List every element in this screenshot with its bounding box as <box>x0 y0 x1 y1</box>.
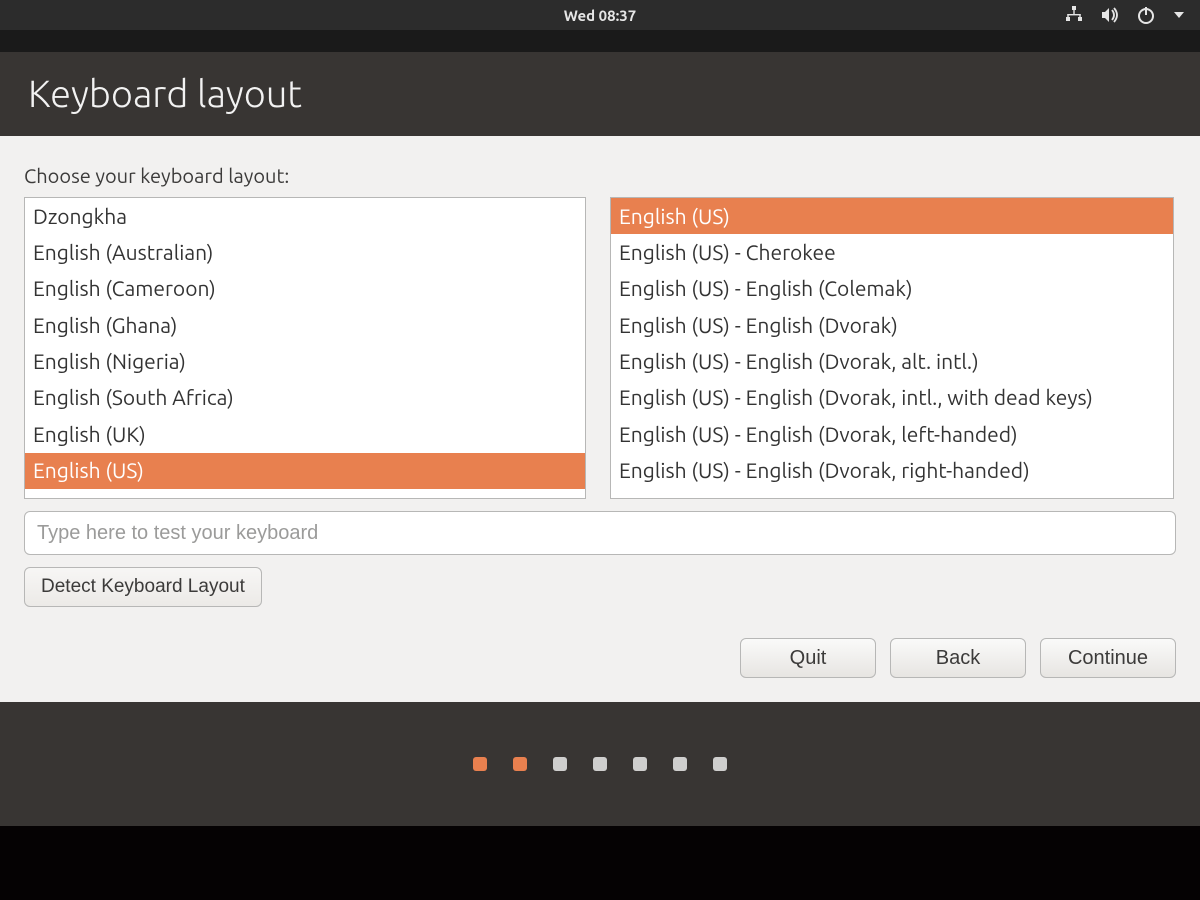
window-top-strip <box>0 30 1200 52</box>
layout-language-item[interactable]: Dzongkha <box>25 198 585 234</box>
progress-pager <box>0 702 1200 826</box>
layout-language-item[interactable]: English (Ghana) <box>25 307 585 343</box>
pager-dot[interactable] <box>473 757 487 771</box>
pager-dot[interactable] <box>633 757 647 771</box>
chevron-down-icon[interactable] <box>1172 8 1186 22</box>
clock: Wed 08:37 <box>564 7 636 24</box>
wizard-nav-row: Quit Back Continue <box>24 638 1176 682</box>
keyboard-test-input[interactable] <box>24 511 1176 555</box>
layout-language-listbox[interactable]: DzongkhaEnglish (Australian)English (Cam… <box>24 197 586 499</box>
detect-keyboard-button[interactable]: Detect Keyboard Layout <box>24 567 262 607</box>
layout-variant-item[interactable]: English (US) - English (Dvorak, left-han… <box>611 416 1173 452</box>
layout-variant-item[interactable]: English (US) - English (Dvorak, alt. int… <box>611 344 1173 380</box>
layout-language-item[interactable]: English (Cameroon) <box>25 271 585 307</box>
layout-variant-item[interactable]: English (US) - English (Dvorak, right-ha… <box>611 453 1173 489</box>
pager-dot[interactable] <box>673 757 687 771</box>
pager-dot[interactable] <box>513 757 527 771</box>
layout-language-item[interactable]: Esperanto <box>25 489 585 499</box>
page-title-band: Keyboard layout <box>0 52 1200 136</box>
layout-variant-item[interactable]: English (US) - English (Macintosh) <box>611 489 1173 499</box>
power-icon[interactable] <box>1136 5 1156 25</box>
layout-language-item[interactable]: English (Australian) <box>25 234 585 270</box>
page-title: Keyboard layout <box>28 73 302 115</box>
bottom-gap <box>0 826 1200 900</box>
layout-variant-item[interactable]: English (US) - English (Dvorak) <box>611 307 1173 343</box>
layout-lists-row: DzongkhaEnglish (Australian)English (Cam… <box>24 197 1176 499</box>
back-button[interactable]: Back <box>890 638 1026 678</box>
quit-button[interactable]: Quit <box>740 638 876 678</box>
pager-dot[interactable] <box>553 757 567 771</box>
layout-language-item[interactable]: English (US) <box>25 453 585 489</box>
layout-variant-item[interactable]: English (US) - Cherokee <box>611 234 1173 270</box>
layout-language-item[interactable]: English (South Africa) <box>25 380 585 416</box>
layout-language-item[interactable]: English (Nigeria) <box>25 344 585 380</box>
layout-variant-item[interactable]: English (US) <box>611 198 1173 234</box>
layout-variant-listbox[interactable]: English (US)English (US) - CherokeeEngli… <box>610 197 1174 499</box>
network-icon[interactable] <box>1064 5 1084 25</box>
layout-variant-item[interactable]: English (US) - English (Dvorak, intl., w… <box>611 380 1173 416</box>
system-status-area <box>1064 0 1186 30</box>
volume-icon[interactable] <box>1100 5 1120 25</box>
keyboard-layout-prompt: Choose your keyboard layout: <box>24 164 1176 187</box>
pager-dot[interactable] <box>713 757 727 771</box>
pager-dot[interactable] <box>593 757 607 771</box>
layout-variant-item[interactable]: English (US) - English (Colemak) <box>611 271 1173 307</box>
layout-language-item[interactable]: English (UK) <box>25 416 585 452</box>
continue-button[interactable]: Continue <box>1040 638 1176 678</box>
top-bar: Wed 08:37 <box>0 0 1200 30</box>
content-area: Choose your keyboard layout: DzongkhaEng… <box>0 136 1200 702</box>
